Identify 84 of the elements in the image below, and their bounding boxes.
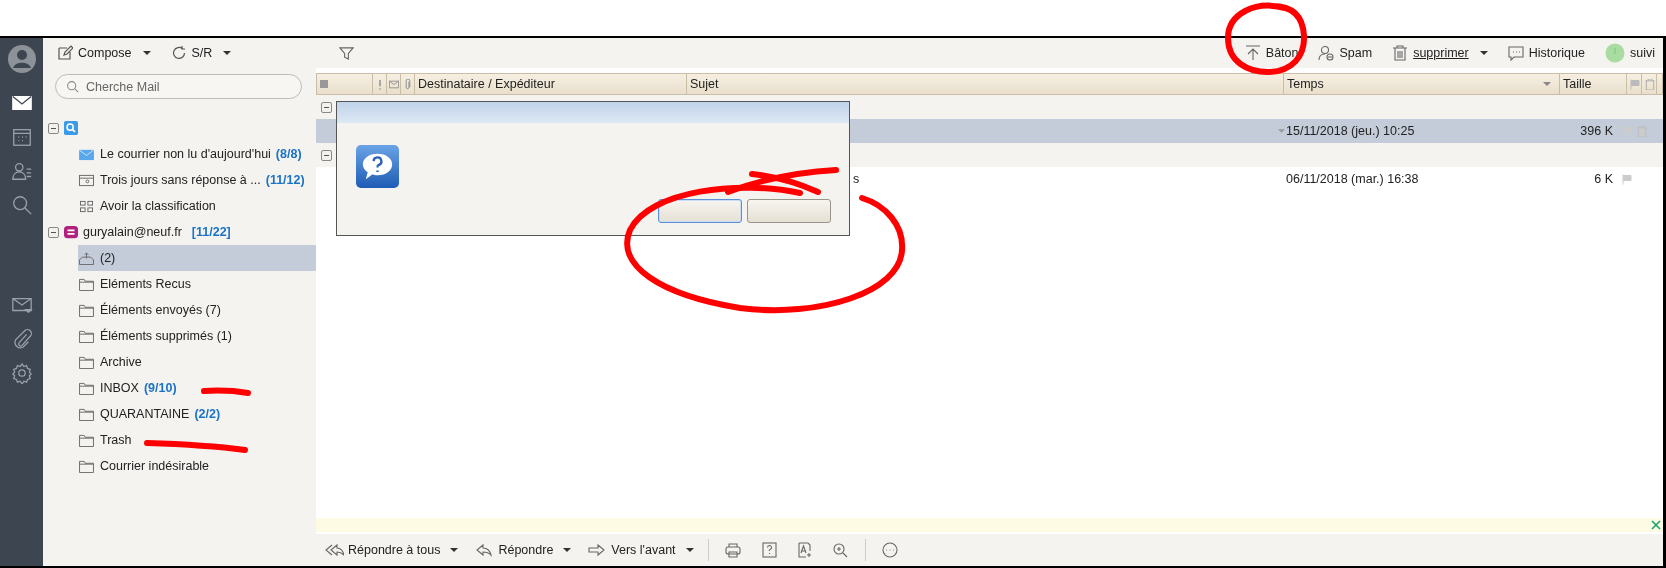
reply-button[interactable]: Répondre (472, 540, 574, 560)
size-text: 396 K (1579, 124, 1614, 138)
flag-icon (1630, 78, 1640, 90)
reply-all-button[interactable]: Répondre à tous (322, 540, 461, 560)
folder-icon (79, 459, 94, 473)
collapse-toggle[interactable] (48, 226, 59, 238)
more-icon (879, 542, 900, 558)
search-icon (64, 121, 78, 135)
reply-all-icon (324, 542, 344, 558)
folder-item[interactable]: Trash (78, 427, 316, 453)
size-text: 6 K (1593, 172, 1614, 186)
grid-icon (79, 199, 94, 213)
folder-item[interactable]: QUARANTAINE (2/2) (78, 401, 316, 427)
refresh-icon (170, 45, 187, 61)
time-text: 15/11/2018 (jeu.) 10:25 (1286, 124, 1415, 138)
message-row[interactable]: s 06/11/2018 (mar.) 16:38 6 K (316, 167, 1663, 191)
upload-button[interactable]: Bâton (1242, 43, 1301, 63)
time-text: 06/11/2018 (mar.) 16:38 (1286, 172, 1419, 186)
search-icon[interactable] (10, 194, 33, 216)
underline-mark (201, 387, 251, 396)
settings-icon[interactable] (10, 362, 33, 384)
search-field[interactable]: Cherche Mail (55, 74, 302, 99)
account-logo-icon (64, 225, 78, 239)
history-button[interactable]: Historique (1505, 43, 1587, 63)
calendar-icon[interactable] (10, 126, 33, 148)
folder-icon (79, 277, 94, 291)
subject-text: s (853, 172, 860, 186)
collapse-toggle[interactable] (321, 101, 332, 113)
folder-item[interactable]: Avoir la classification (78, 193, 316, 219)
edit-icon (57, 45, 73, 61)
folder-item[interactable]: Trois jours sans réponse à ... (11/12) (78, 167, 316, 193)
read-column-header[interactable] (387, 74, 401, 94)
folder-icon (79, 355, 94, 369)
folder-item[interactable]: Le courrier non lu d'aujourd'hui (8/8) (78, 141, 316, 167)
column-header[interactable] (317, 74, 373, 94)
reply-icon (474, 542, 495, 558)
compose-button[interactable]: Compose (55, 43, 153, 63)
forward-button[interactable]: Vers l'avant (585, 540, 696, 560)
search-icon (66, 80, 79, 93)
folder-icon (79, 433, 94, 447)
folder-item[interactable]: Éléments envoyés (7) (78, 297, 316, 323)
collapse-toggle[interactable] (321, 149, 332, 161)
folder-item[interactable]: Éléments supprimés (1) (78, 323, 316, 349)
folder-item[interactable]: Courrier indésirable (78, 453, 316, 479)
folder-icon (79, 407, 94, 421)
question-icon (356, 145, 399, 188)
folder-item[interactable]: Eléments Recus (78, 271, 316, 297)
collapse-toggle[interactable] (48, 122, 59, 134)
account-name[interactable]: guryalain@neuf.fr (83, 225, 182, 239)
folder-item[interactable]: Archive (78, 349, 316, 375)
dialog-button[interactable] (658, 199, 742, 223)
status-button[interactable]: suivi (1603, 41, 1657, 65)
paperclip-icon (403, 78, 413, 90)
column-header[interactable]: Sujet (687, 74, 1284, 94)
folder-icon (79, 303, 94, 317)
caret-icon (1278, 129, 1285, 133)
person-minus-icon (1318, 45, 1335, 61)
column-header[interactable]: Taille (1560, 74, 1627, 94)
send-receive-button[interactable]: S/R (168, 43, 234, 63)
column-header[interactable]: Destinataire / Expéditeur (415, 74, 687, 94)
close-icon[interactable] (1651, 520, 1661, 530)
search-folder-icon (79, 173, 94, 187)
folder-item[interactable]: (2) (78, 245, 316, 271)
outbox-icon (79, 251, 94, 265)
status-dot-icon (1605, 43, 1625, 63)
dialog-button[interactable] (747, 199, 831, 223)
upload-icon (1244, 45, 1261, 61)
speech-bubble-icon (1507, 45, 1524, 61)
trash-icon (1645, 78, 1655, 90)
column-header[interactable]: Temps (1284, 74, 1560, 94)
folder-icon (79, 381, 94, 395)
sort-caret-icon (1543, 82, 1551, 86)
delete-button[interactable]: supprimer (1390, 43, 1490, 63)
spam-button[interactable]: Spam (1316, 43, 1375, 63)
envelope-icon (79, 147, 94, 161)
folder-icon (79, 329, 94, 343)
printer-icon (722, 542, 743, 558)
contacts-icon[interactable] (10, 160, 33, 182)
unread-count: [11/22] (191, 225, 231, 239)
avatar-icon[interactable] (6, 44, 37, 74)
folder-item[interactable]: INBOX (9/10) (78, 375, 316, 401)
envelope-icon (389, 78, 399, 90)
trash-icon (1392, 45, 1409, 61)
filter-icon[interactable] (339, 45, 355, 61)
